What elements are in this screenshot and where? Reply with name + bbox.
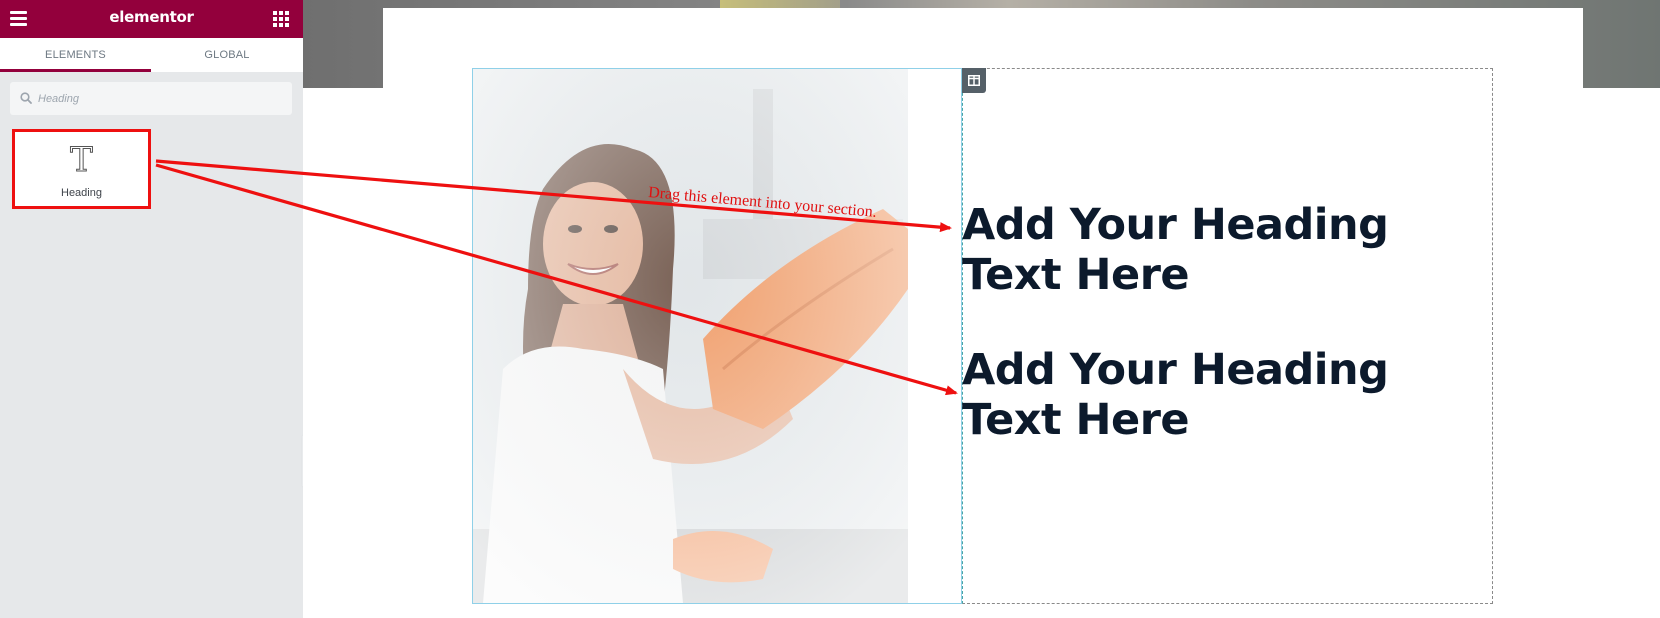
photo-illustration [473, 69, 908, 603]
header-image-detail [720, 0, 840, 8]
column-handle-button[interactable] [962, 68, 986, 93]
widget-search-box [10, 82, 292, 115]
heading-T-icon: T [70, 140, 94, 180]
editor-panel: elementor ELEMENTS GLOBAL T Heading [0, 0, 303, 618]
section-image[interactable] [473, 69, 908, 603]
column-layout-icon [968, 75, 980, 86]
image-column[interactable] [472, 68, 962, 604]
heading-widget-2[interactable]: Add Your Heading Text Here [962, 345, 1482, 445]
search-icon [20, 92, 32, 104]
panel-tabs: ELEMENTS GLOBAL [0, 38, 303, 72]
tab-global[interactable]: GLOBAL [151, 38, 303, 72]
panel-header: elementor [0, 0, 303, 38]
widget-label: Heading [61, 187, 102, 199]
content-column[interactable] [962, 68, 1493, 604]
search-input[interactable] [38, 82, 283, 115]
heading-widget-1[interactable]: Add Your Heading Text Here [962, 200, 1482, 300]
grid-apps-icon[interactable] [273, 11, 289, 27]
heading-widget-tile[interactable]: T Heading [12, 129, 151, 209]
tab-elements[interactable]: ELEMENTS [0, 38, 151, 72]
elementor-logo: elementor [109, 8, 194, 26]
